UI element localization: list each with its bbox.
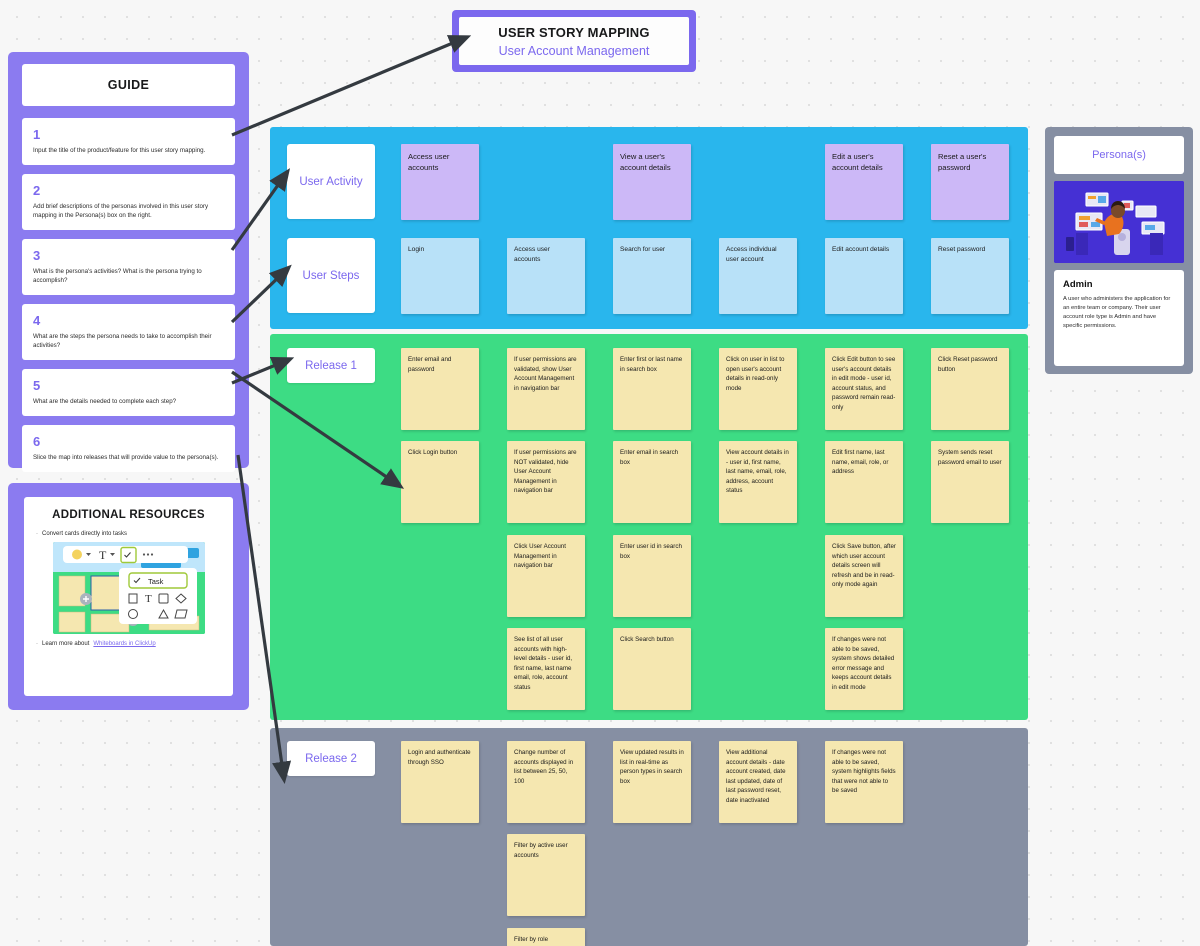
bullet-dot-icon: · [36,641,38,648]
step-card[interactable]: Access user accounts [507,238,585,314]
guide-step-number: 4 [33,312,41,328]
release1-detail-card[interactable]: If changes were not able to be saved, sy… [825,628,903,710]
release1-detail-card[interactable]: Click Search button [613,628,691,710]
guide-panel: GUIDE 1 Input the title of the product/f… [8,52,249,472]
story-map-title-card[interactable]: USER STORY MAPPING User Account Manageme… [452,10,696,72]
activity-card[interactable]: View a user's account details [613,144,691,220]
figure-task-label: Task [148,577,164,586]
guide-step-3[interactable]: 3 What is the persona's activities? What… [22,238,235,295]
release1-detail-card[interactable]: See list of all user accounts with high-… [507,628,585,710]
release2-detail-card[interactable]: Login and authenticate through SSO [401,741,479,823]
step-card[interactable]: Login [401,238,479,314]
additional-resources-panel: ADDITIONAL RESOURCES · Convert cards dir… [8,483,249,710]
page-subtitle: User Account Management [498,43,650,58]
guide-step-number: 3 [33,247,41,263]
guide-step-number: 2 [33,182,41,198]
release1-detail-card[interactable]: If user permissions are NOT validated, h… [507,441,585,523]
svg-text:T: T [99,548,107,562]
row-label-user-activity[interactable]: User Activity [287,144,375,219]
guide-step-text: Slice the map into releases that will pr… [33,453,219,461]
step-card[interactable]: Search for user [613,238,691,314]
release1-detail-card[interactable]: Click Login button [401,441,479,523]
bullet-dot-icon: · [36,531,38,537]
release2-detail-card[interactable]: Filter by role [507,928,585,946]
release1-detail-card[interactable]: Click Edit button to see user's account … [825,348,903,430]
activity-card[interactable]: Access user accounts [401,144,479,220]
page-title: USER STORY MAPPING [498,24,650,40]
release2-detail-card[interactable]: Filter by active user accounts [507,834,585,916]
release1-detail-card[interactable]: View account details in - user id, first… [719,441,797,523]
release1-detail-card[interactable]: Enter email and password [401,348,479,430]
persona-heading: Persona(s) [1054,136,1184,174]
story-map-title-inner: USER STORY MAPPING User Account Manageme… [459,17,689,65]
release1-detail-card[interactable]: Click User Account Management in navigat… [507,535,585,617]
guide-step-5[interactable]: 5 What are the details needed to complet… [22,368,235,416]
guide-heading: GUIDE [22,64,235,106]
release1-detail-card[interactable]: Enter user id in search box [613,535,691,617]
row-label-release-2[interactable]: Release 2 [287,741,375,776]
resource-bullet-text: Learn more about [42,641,90,648]
resource-bullet-learn-more[interactable]: · Learn more about Whiteboards in ClickU… [36,640,221,648]
activity-card[interactable]: Reset a user's password [931,144,1009,220]
release1-detail-card[interactable]: Edit first name, last name, email, role,… [825,441,903,523]
guide-step-4[interactable]: 4 What are the steps the persona needs t… [22,303,235,360]
persona-illustration [1054,181,1184,263]
release1-detail-card[interactable]: System sends reset password email to use… [931,441,1009,523]
release2-detail-card[interactable]: If changes were not able to be saved, sy… [825,741,903,823]
resources-figure-image: T Task T [52,542,205,635]
release2-detail-card[interactable]: View additional account details - date a… [719,741,797,823]
guide-step-text: What is the persona's activities? What i… [33,267,202,284]
release1-detail-card[interactable]: Enter first or last name in search box [613,348,691,430]
svg-text:T: T [145,593,152,605]
guide-step-text: What are the details needed to complete … [33,397,177,405]
guide-step-text: Add brief descriptions of the personas i… [33,202,209,219]
additional-resources-inner: ADDITIONAL RESOURCES · Convert cards dir… [24,497,233,696]
persona-panel: Persona(s) Admin A user who administers … [1045,127,1193,374]
admin-workstation-icon [1054,181,1184,263]
release2-detail-card[interactable]: Change number of accounts displayed in l… [507,741,585,823]
activity-card[interactable]: Edit a user's account details [825,144,903,220]
persona-description: A user who administers the application f… [1063,296,1171,329]
release1-detail-card[interactable]: Click Reset password button [931,348,1009,430]
arrow-guide1-to-title [231,35,472,137]
step-card[interactable]: Access individual user account [719,238,797,314]
guide-step-number: 1 [33,127,41,142]
row-label-user-steps[interactable]: User Steps [287,238,375,313]
resource-bullet-convert-cards: · Convert cards directly into tasks [36,530,221,538]
release1-detail-card[interactable]: If user permissions are validated, show … [507,348,585,430]
resource-bullet-text: Convert cards directly into tasks [42,531,128,537]
release2-detail-card[interactable]: View updated results in list in real-tim… [613,741,691,823]
step-card[interactable]: Edit account details [825,238,903,314]
release1-detail-card[interactable]: Enter email in search box [613,441,691,523]
persona-description-card[interactable]: Admin A user who administers the applica… [1054,270,1184,366]
guide-step-1[interactable]: 1 Input the title of the product/feature… [22,118,235,165]
guide-step-number: 5 [33,377,41,393]
guide-step-2[interactable]: 2 Add brief descriptions of the personas… [22,173,235,230]
guide-step-6[interactable]: 6 Slice the map into releases that will … [22,424,235,472]
whiteboards-link[interactable]: Whiteboards in ClickUp [93,640,155,648]
step-card[interactable]: Reset password [931,238,1009,314]
release1-detail-card[interactable]: Click Save button, after which user acco… [825,535,903,617]
release1-detail-card[interactable]: Click on user in list to open user's acc… [719,348,797,430]
row-label-release-1[interactable]: Release 1 [287,348,375,383]
additional-resources-heading: ADDITIONAL RESOURCES [52,509,205,521]
whiteboard-illustration: T Task T [52,542,205,635]
guide-step-number: 6 [33,433,41,449]
guide-step-text: What are the steps the persona needs to … [33,332,212,349]
guide-step-text: Input the title of the product/feature f… [33,147,206,154]
persona-name: Admin [1063,279,1093,290]
